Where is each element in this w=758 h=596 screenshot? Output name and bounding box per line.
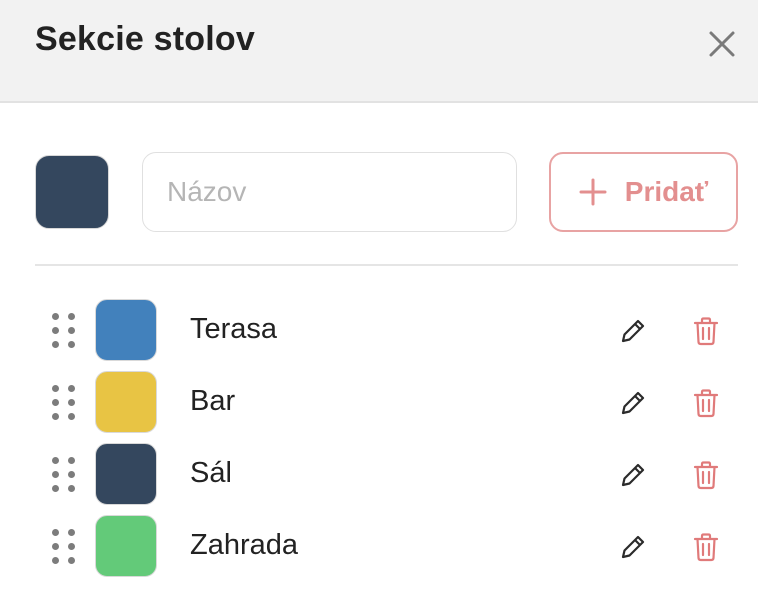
trash-icon bbox=[693, 317, 719, 346]
delete-button[interactable] bbox=[691, 531, 721, 563]
section-row: Sál bbox=[0, 439, 758, 511]
section-name: Sál bbox=[190, 457, 232, 489]
edit-button[interactable] bbox=[617, 531, 649, 563]
section-color-swatch[interactable] bbox=[95, 443, 157, 505]
name-input[interactable] bbox=[142, 152, 517, 232]
close-button[interactable] bbox=[702, 24, 742, 64]
section-row: Zahrada bbox=[0, 511, 758, 583]
drag-handle-icon[interactable] bbox=[52, 457, 76, 493]
delete-button[interactable] bbox=[691, 315, 721, 347]
section-list: Terasa Bar Sál Zahrada bbox=[0, 295, 758, 583]
section-color-swatch[interactable] bbox=[95, 515, 157, 577]
edit-button[interactable] bbox=[617, 315, 649, 347]
trash-icon bbox=[693, 389, 719, 418]
edit-button[interactable] bbox=[617, 387, 649, 419]
pencil-icon bbox=[621, 463, 645, 487]
drag-handle-icon[interactable] bbox=[52, 529, 76, 565]
drag-handle-icon[interactable] bbox=[52, 385, 76, 421]
delete-button[interactable] bbox=[691, 387, 721, 419]
pencil-icon bbox=[621, 535, 645, 559]
color-picker-button[interactable] bbox=[35, 155, 109, 229]
pencil-icon bbox=[621, 391, 645, 415]
dialog-title: Sekcie stolov bbox=[35, 20, 255, 58]
drag-handle-icon[interactable] bbox=[52, 313, 76, 349]
edit-button[interactable] bbox=[617, 459, 649, 491]
section-color-swatch[interactable] bbox=[95, 371, 157, 433]
section-row: Bar bbox=[0, 367, 758, 439]
section-name: Terasa bbox=[190, 313, 278, 345]
close-icon bbox=[709, 31, 735, 57]
section-name: Zahrada bbox=[190, 529, 299, 561]
add-button-label: Pridať bbox=[624, 176, 709, 207]
section-name: Bar bbox=[190, 385, 236, 417]
dialog-header: Sekcie stolov bbox=[0, 0, 758, 103]
section-row: Terasa bbox=[0, 295, 758, 367]
plus-icon bbox=[579, 178, 607, 206]
divider bbox=[35, 264, 738, 266]
trash-icon bbox=[693, 533, 719, 562]
pencil-icon bbox=[621, 319, 645, 343]
trash-icon bbox=[693, 461, 719, 490]
section-color-swatch[interactable] bbox=[95, 299, 157, 361]
delete-button[interactable] bbox=[691, 459, 721, 491]
add-button[interactable]: Pridať bbox=[549, 152, 738, 232]
